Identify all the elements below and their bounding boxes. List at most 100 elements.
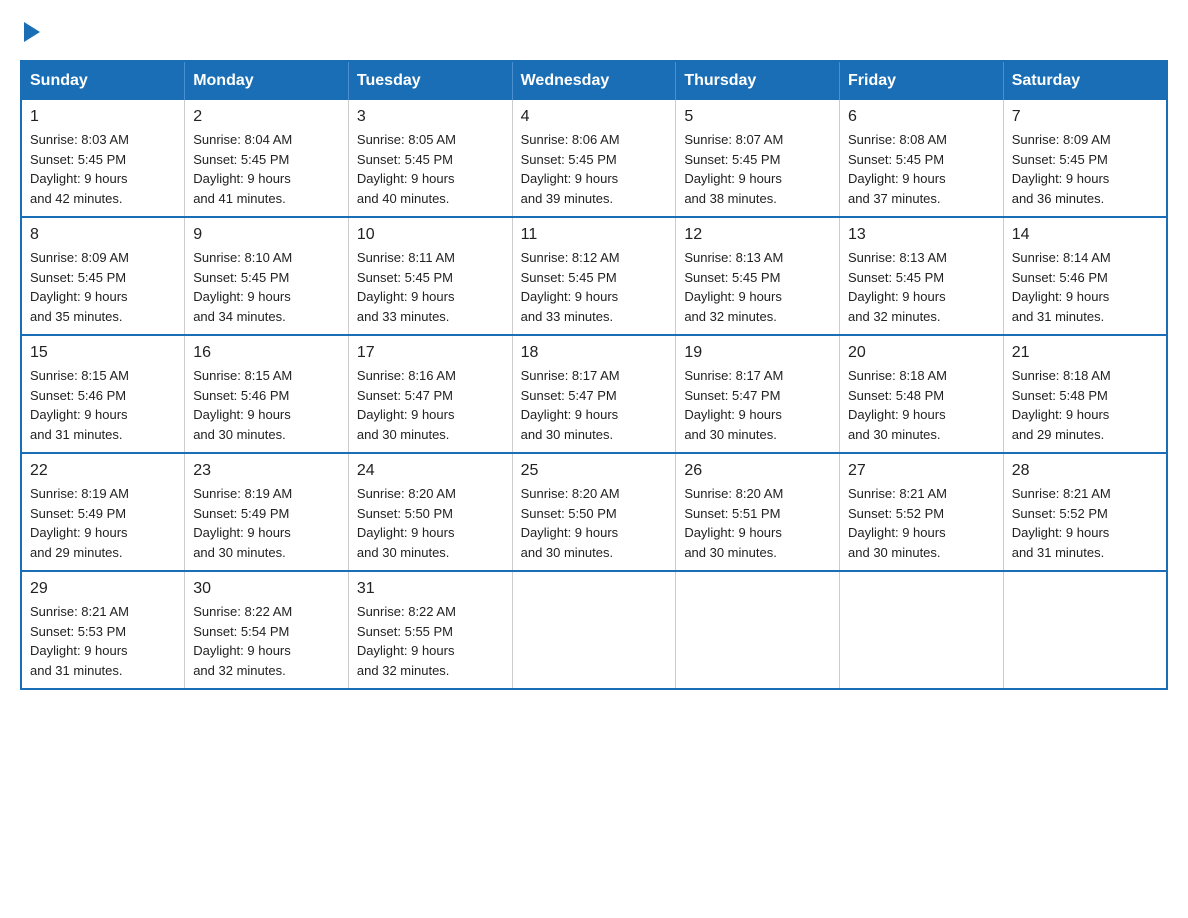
calendar-cell: 18 Sunrise: 8:17 AMSunset: 5:47 PMDayligh… xyxy=(512,335,676,453)
day-number: 14 xyxy=(1012,226,1158,244)
calendar-cell xyxy=(840,571,1004,689)
day-info: Sunrise: 8:19 AMSunset: 5:49 PMDaylight:… xyxy=(30,484,176,562)
calendar-cell: 9 Sunrise: 8:10 AMSunset: 5:45 PMDaylight… xyxy=(185,217,349,335)
day-number: 9 xyxy=(193,226,340,244)
calendar-cell: 17 Sunrise: 8:16 AMSunset: 5:47 PMDayligh… xyxy=(348,335,512,453)
day-info: Sunrise: 8:21 AMSunset: 5:52 PMDaylight:… xyxy=(1012,484,1158,562)
calendar-cell: 10 Sunrise: 8:11 AMSunset: 5:45 PMDayligh… xyxy=(348,217,512,335)
week-row-1: 1 Sunrise: 8:03 AMSunset: 5:45 PMDaylight… xyxy=(21,100,1167,217)
day-info: Sunrise: 8:15 AMSunset: 5:46 PMDaylight:… xyxy=(30,366,176,444)
week-row-3: 15Sunrise: 8:15 AMSunset: 5:46 PMDayligh… xyxy=(21,335,1167,453)
header-tuesday: Tuesday xyxy=(348,61,512,100)
calendar-cell: 25Sunrise: 8:20 AMSunset: 5:50 PMDayligh… xyxy=(512,453,676,571)
calendar-cell: 24Sunrise: 8:20 AMSunset: 5:50 PMDayligh… xyxy=(348,453,512,571)
day-info: Sunrise: 8:17 AMSunset: 5:47 PMDaylight:… xyxy=(521,366,668,444)
calendar-cell xyxy=(1003,571,1167,689)
day-info: Sunrise: 8:14 AMSunset: 5:46 PMDaylight:… xyxy=(1012,248,1158,326)
calendar-cell: 4 Sunrise: 8:06 AMSunset: 5:45 PMDaylight… xyxy=(512,100,676,217)
day-info: Sunrise: 8:18 AMSunset: 5:48 PMDaylight:… xyxy=(1012,366,1158,444)
calendar-cell: 23 Sunrise: 8:19 AMSunset: 5:49 PMDayligh… xyxy=(185,453,349,571)
week-row-4: 22 Sunrise: 8:19 AMSunset: 5:49 PMDayligh… xyxy=(21,453,1167,571)
day-info: Sunrise: 8:19 AMSunset: 5:49 PMDaylight:… xyxy=(193,484,340,562)
calendar-cell: 2Sunrise: 8:04 AMSunset: 5:45 PMDaylight… xyxy=(185,100,349,217)
calendar-cell: 13 Sunrise: 8:13 AMSunset: 5:45 PMDayligh… xyxy=(840,217,1004,335)
calendar-table: SundayMondayTuesdayWednesdayThursdayFrid… xyxy=(20,60,1168,690)
day-number: 10 xyxy=(357,226,504,244)
calendar-cell xyxy=(512,571,676,689)
header-friday: Friday xyxy=(840,61,1004,100)
day-number: 23 xyxy=(193,462,340,480)
day-number: 6 xyxy=(848,108,995,126)
day-number: 21 xyxy=(1012,344,1158,362)
header-saturday: Saturday xyxy=(1003,61,1167,100)
day-info: Sunrise: 8:22 AMSunset: 5:54 PMDaylight:… xyxy=(193,602,340,680)
day-number: 1 xyxy=(30,108,176,126)
day-number: 27 xyxy=(848,462,995,480)
day-info: Sunrise: 8:09 AMSunset: 5:45 PMDaylight:… xyxy=(1012,130,1158,208)
page-header xyxy=(20,20,1168,40)
day-info: Sunrise: 8:20 AMSunset: 5:50 PMDaylight:… xyxy=(521,484,668,562)
day-info: Sunrise: 8:18 AMSunset: 5:48 PMDaylight:… xyxy=(848,366,995,444)
calendar-cell: 31 Sunrise: 8:22 AMSunset: 5:55 PMDayligh… xyxy=(348,571,512,689)
calendar-cell: 22 Sunrise: 8:19 AMSunset: 5:49 PMDayligh… xyxy=(21,453,185,571)
calendar-cell: 3 Sunrise: 8:05 AMSunset: 5:45 PMDaylight… xyxy=(348,100,512,217)
day-info: Sunrise: 8:15 AMSunset: 5:46 PMDaylight:… xyxy=(193,366,340,444)
day-info: Sunrise: 8:12 AMSunset: 5:45 PMDaylight:… xyxy=(521,248,668,326)
calendar-cell: 27Sunrise: 8:21 AMSunset: 5:52 PMDayligh… xyxy=(840,453,1004,571)
calendar-cell: 20Sunrise: 8:18 AMSunset: 5:48 PMDayligh… xyxy=(840,335,1004,453)
logo xyxy=(20,20,40,40)
header-wednesday: Wednesday xyxy=(512,61,676,100)
day-info: Sunrise: 8:22 AMSunset: 5:55 PMDaylight:… xyxy=(357,602,504,680)
week-row-5: 29 Sunrise: 8:21 AMSunset: 5:53 PMDayligh… xyxy=(21,571,1167,689)
calendar-cell: 26 Sunrise: 8:20 AMSunset: 5:51 PMDayligh… xyxy=(676,453,840,571)
calendar-cell: 15Sunrise: 8:15 AMSunset: 5:46 PMDayligh… xyxy=(21,335,185,453)
day-number: 19 xyxy=(684,344,831,362)
header-sunday: Sunday xyxy=(21,61,185,100)
day-number: 30 xyxy=(193,580,340,598)
day-info: Sunrise: 8:11 AMSunset: 5:45 PMDaylight:… xyxy=(357,248,504,326)
day-number: 12 xyxy=(684,226,831,244)
calendar-cell: 8Sunrise: 8:09 AMSunset: 5:45 PMDaylight… xyxy=(21,217,185,335)
day-info: Sunrise: 8:16 AMSunset: 5:47 PMDaylight:… xyxy=(357,366,504,444)
day-info: Sunrise: 8:03 AMSunset: 5:45 PMDaylight:… xyxy=(30,130,176,208)
day-number: 22 xyxy=(30,462,176,480)
day-info: Sunrise: 8:05 AMSunset: 5:45 PMDaylight:… xyxy=(357,130,504,208)
header-monday: Monday xyxy=(185,61,349,100)
calendar-cell: 19Sunrise: 8:17 AMSunset: 5:47 PMDayligh… xyxy=(676,335,840,453)
calendar-cell: 12Sunrise: 8:13 AMSunset: 5:45 PMDayligh… xyxy=(676,217,840,335)
calendar-cell: 16 Sunrise: 8:15 AMSunset: 5:46 PMDayligh… xyxy=(185,335,349,453)
day-info: Sunrise: 8:09 AMSunset: 5:45 PMDaylight:… xyxy=(30,248,176,326)
day-number: 17 xyxy=(357,344,504,362)
day-info: Sunrise: 8:20 AMSunset: 5:51 PMDaylight:… xyxy=(684,484,831,562)
calendar-cell: 29 Sunrise: 8:21 AMSunset: 5:53 PMDayligh… xyxy=(21,571,185,689)
calendar-cell: 1 Sunrise: 8:03 AMSunset: 5:45 PMDaylight… xyxy=(21,100,185,217)
header-thursday: Thursday xyxy=(676,61,840,100)
day-info: Sunrise: 8:13 AMSunset: 5:45 PMDaylight:… xyxy=(848,248,995,326)
day-number: 2 xyxy=(193,108,340,126)
calendar-cell: 5 Sunrise: 8:07 AMSunset: 5:45 PMDaylight… xyxy=(676,100,840,217)
day-number: 18 xyxy=(521,344,668,362)
day-number: 16 xyxy=(193,344,340,362)
day-number: 7 xyxy=(1012,108,1158,126)
logo-arrow-icon xyxy=(24,22,40,42)
day-number: 5 xyxy=(684,108,831,126)
day-number: 4 xyxy=(521,108,668,126)
day-number: 28 xyxy=(1012,462,1158,480)
calendar-cell: 14 Sunrise: 8:14 AMSunset: 5:46 PMDayligh… xyxy=(1003,217,1167,335)
day-info: Sunrise: 8:21 AMSunset: 5:53 PMDaylight:… xyxy=(30,602,176,680)
day-info: Sunrise: 8:10 AMSunset: 5:45 PMDaylight:… xyxy=(193,248,340,326)
day-number: 29 xyxy=(30,580,176,598)
day-number: 26 xyxy=(684,462,831,480)
calendar-cell: 28 Sunrise: 8:21 AMSunset: 5:52 PMDayligh… xyxy=(1003,453,1167,571)
calendar-cell: 30 Sunrise: 8:22 AMSunset: 5:54 PMDayligh… xyxy=(185,571,349,689)
day-info: Sunrise: 8:07 AMSunset: 5:45 PMDaylight:… xyxy=(684,130,831,208)
day-number: 13 xyxy=(848,226,995,244)
calendar-cell: 6Sunrise: 8:08 AMSunset: 5:45 PMDaylight… xyxy=(840,100,1004,217)
calendar-cell: 7 Sunrise: 8:09 AMSunset: 5:45 PMDaylight… xyxy=(1003,100,1167,217)
calendar-cell: 21 Sunrise: 8:18 AMSunset: 5:48 PMDayligh… xyxy=(1003,335,1167,453)
day-info: Sunrise: 8:06 AMSunset: 5:45 PMDaylight:… xyxy=(521,130,668,208)
day-number: 31 xyxy=(357,580,504,598)
day-number: 24 xyxy=(357,462,504,480)
week-row-2: 8Sunrise: 8:09 AMSunset: 5:45 PMDaylight… xyxy=(21,217,1167,335)
day-number: 3 xyxy=(357,108,504,126)
